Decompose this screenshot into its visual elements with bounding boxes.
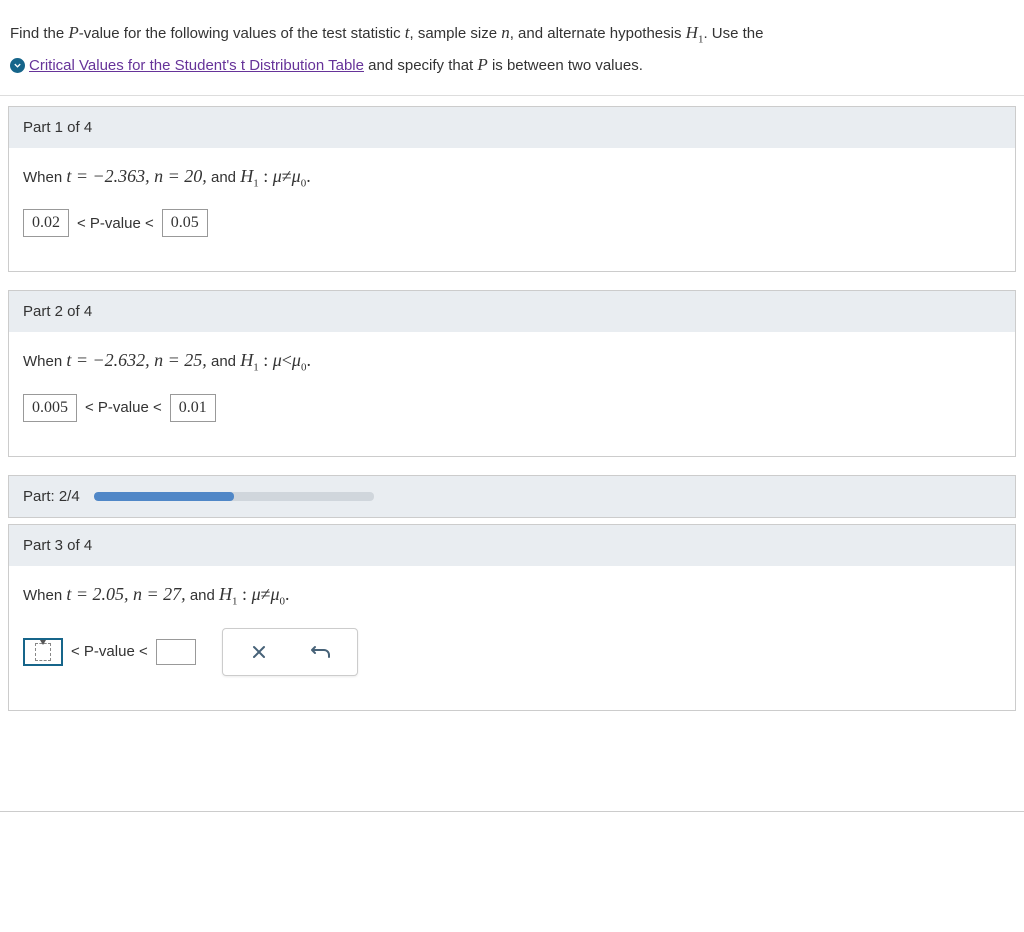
part-2-answer-row: 0.005 < P-value < 0.01 bbox=[23, 394, 1001, 422]
part-3-answer-row: < P-value < bbox=[23, 628, 1001, 676]
part-2-block: Part 2 of 4 When t = −2.632, n = 25, and… bbox=[8, 290, 1016, 457]
pvalue-label: < P-value < bbox=[83, 399, 164, 416]
part-3-upper-input[interactable] bbox=[156, 639, 196, 665]
part-1-upper-input[interactable]: 0.05 bbox=[162, 209, 208, 237]
part-3-block: Part 3 of 4 When t = 2.05, n = 27, and H… bbox=[8, 524, 1016, 711]
part-1-block: Part 1 of 4 When t = −2.363, n = 20, and… bbox=[8, 106, 1016, 273]
part-1-lower-input[interactable]: 0.02 bbox=[23, 209, 69, 237]
part-2-header: Part 2 of 4 bbox=[9, 291, 1015, 332]
part-1-header: Part 1 of 4 bbox=[9, 107, 1015, 148]
intro-text: Find the P-value for the following value… bbox=[10, 25, 763, 42]
part-3-header: Part 3 of 4 bbox=[9, 525, 1015, 566]
question-intro: Find the P-value for the following value… bbox=[0, 0, 1024, 96]
part-3-lower-input[interactable] bbox=[23, 638, 63, 666]
action-buttons bbox=[222, 628, 358, 676]
part-1-answer-row: 0.02 < P-value < 0.05 bbox=[23, 209, 1001, 237]
part-1-hypothesis: When t = −2.363, n = 20, and H1 : μ≠μ0. bbox=[23, 166, 1001, 190]
part-2-hypothesis: When t = −2.632, n = 25, and H1 : μ<μ0. bbox=[23, 350, 1001, 374]
part-2-lower-input[interactable]: 0.005 bbox=[23, 394, 77, 422]
progress-bar bbox=[94, 492, 374, 501]
text-cursor-icon bbox=[35, 643, 51, 661]
clear-button[interactable] bbox=[237, 635, 281, 669]
progress-fill bbox=[94, 492, 234, 501]
part-3-hypothesis: When t = 2.05, n = 27, and H1 : μ≠μ0. bbox=[23, 584, 1001, 608]
intro-after-link: and specify that P is between two values… bbox=[364, 57, 643, 74]
expand-icon[interactable] bbox=[10, 58, 25, 73]
bottom-rule bbox=[0, 811, 1024, 812]
progress-block: Part: 2/4 bbox=[8, 475, 1016, 518]
pvalue-label: < P-value < bbox=[69, 643, 150, 660]
part-2-upper-input[interactable]: 0.01 bbox=[170, 394, 216, 422]
undo-button[interactable] bbox=[299, 635, 343, 669]
progress-label: Part: 2/4 bbox=[23, 488, 80, 505]
pvalue-label: < P-value < bbox=[75, 215, 156, 232]
table-link[interactable]: Critical Values for the Student's t Dist… bbox=[29, 57, 364, 74]
